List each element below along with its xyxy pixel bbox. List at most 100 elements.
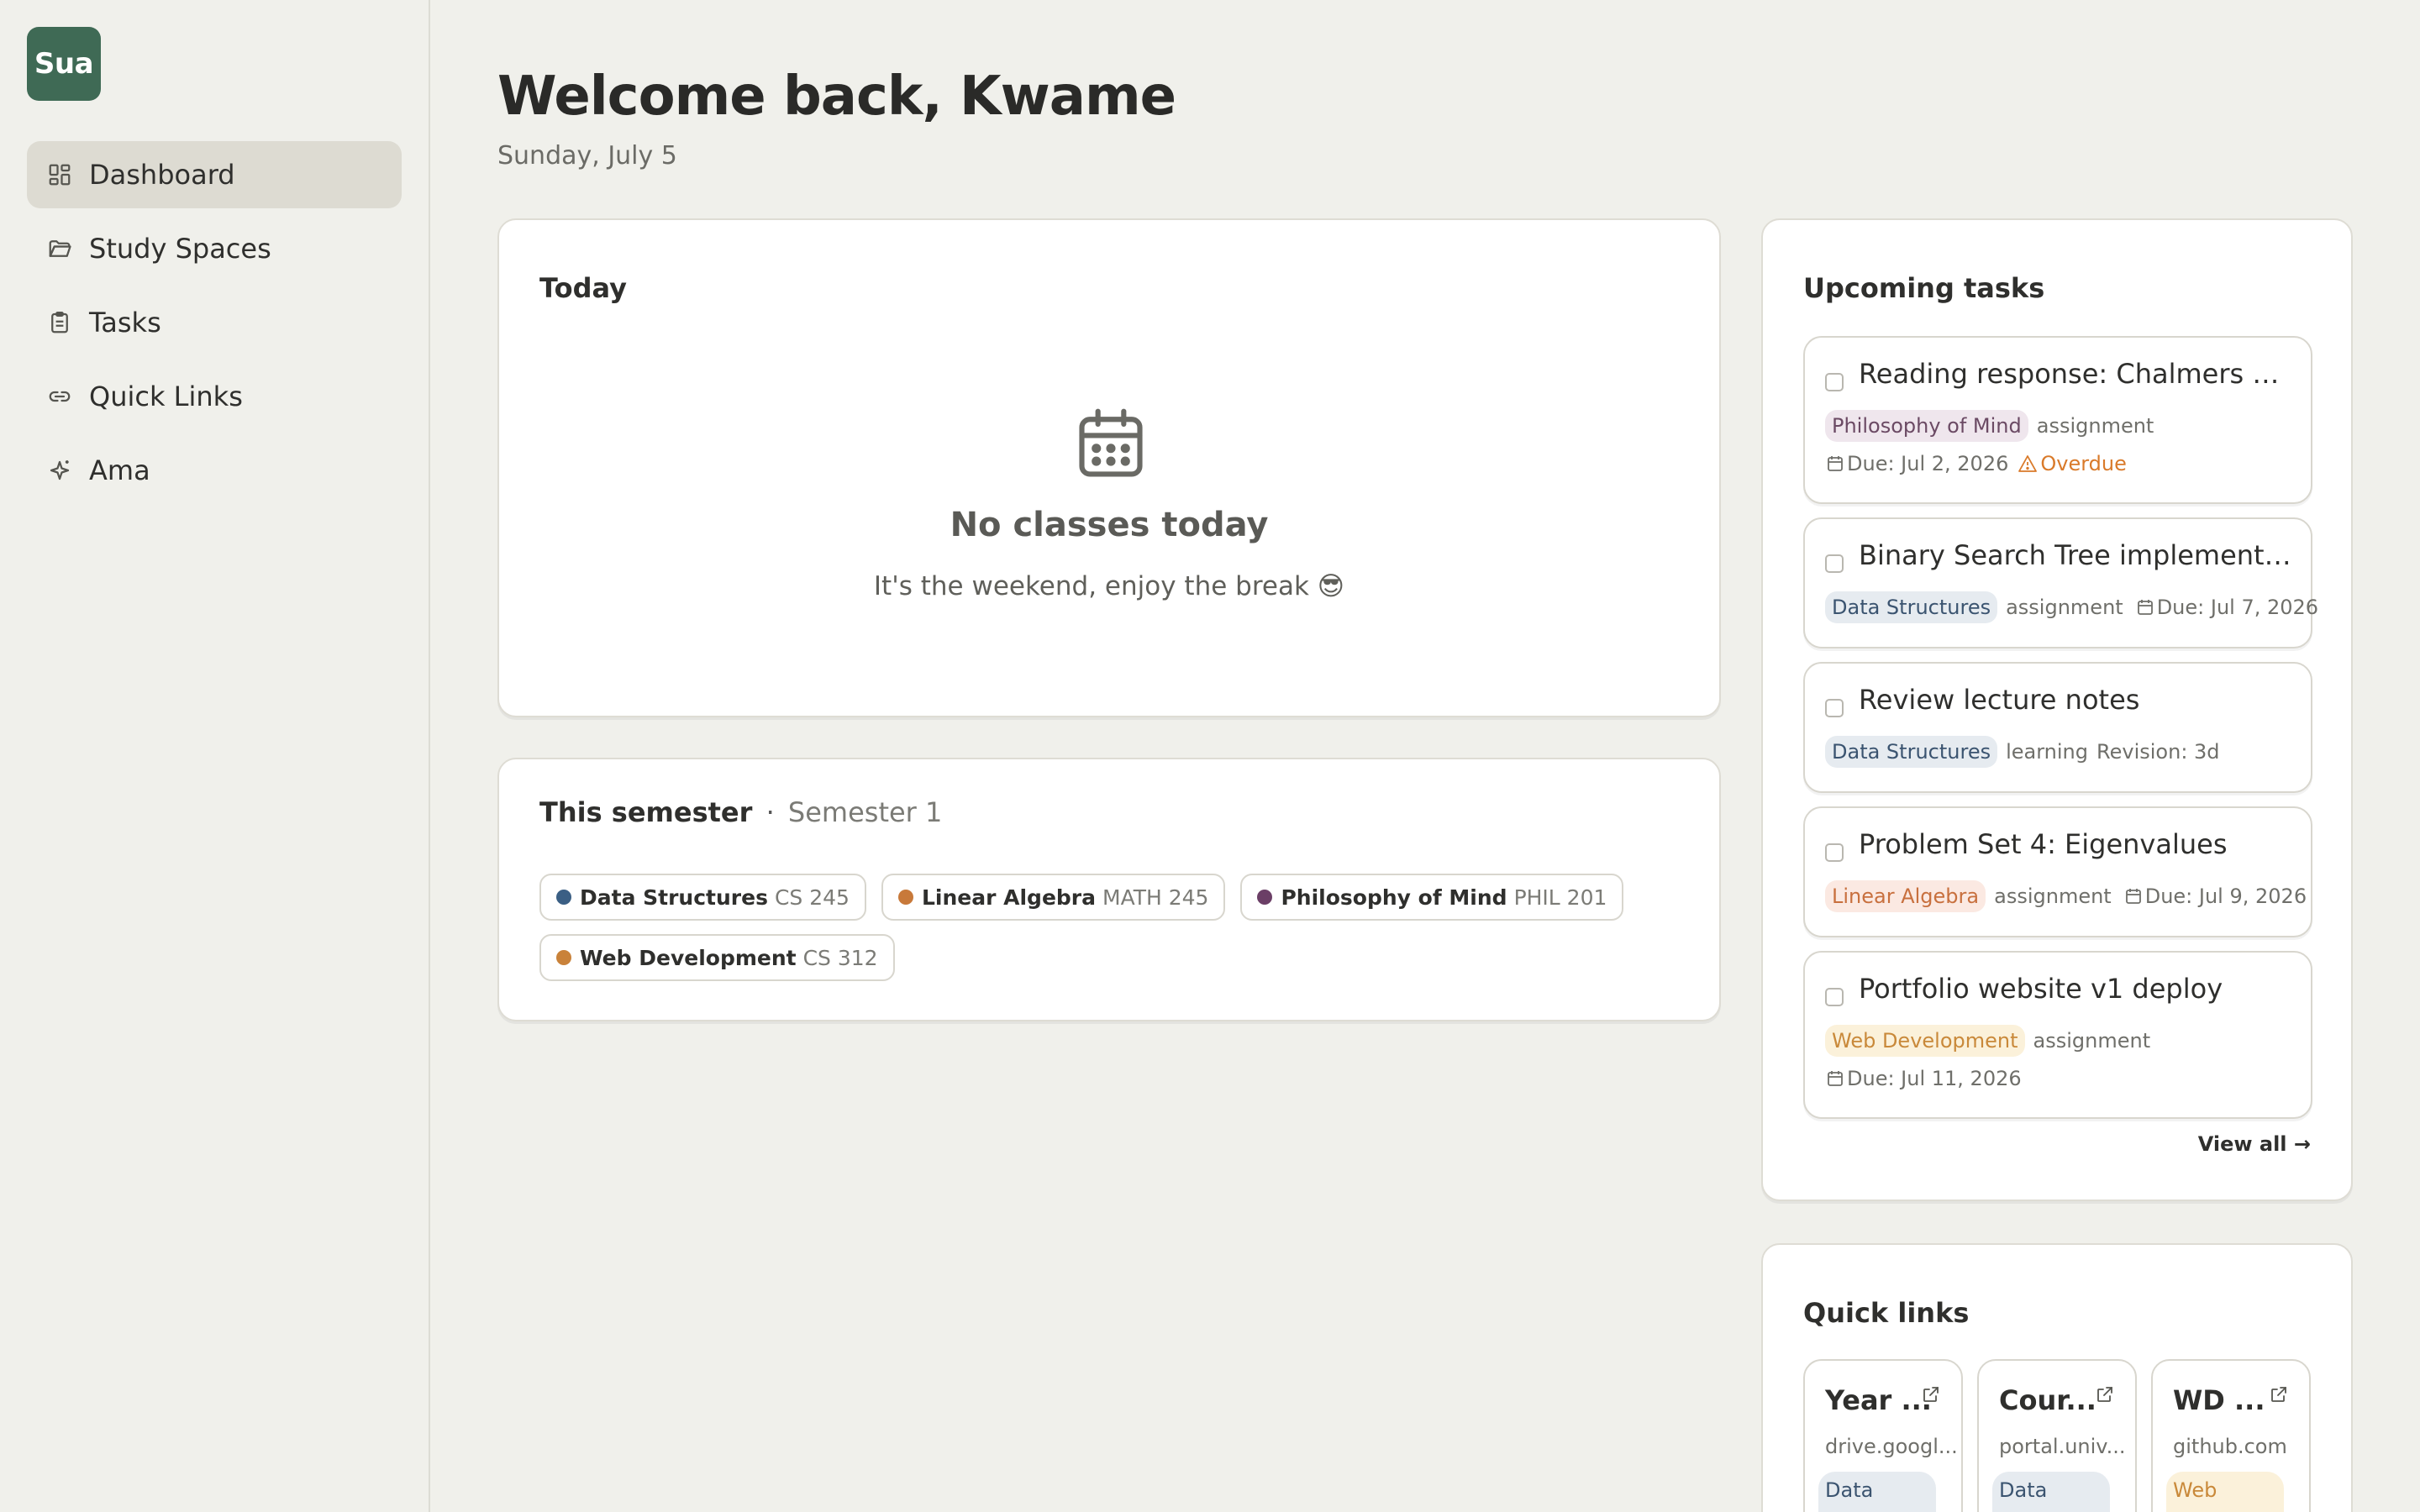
upcoming-tasks-title: Upcoming tasks	[1803, 272, 2045, 304]
upcoming-tasks-card: Upcoming tasks Reading response: Chalmer…	[1761, 218, 2353, 1201]
task-checkbox[interactable]	[1825, 699, 1844, 717]
dashboard-icon	[47, 162, 72, 187]
calendar-small-icon	[2125, 889, 2141, 904]
sidebar-item-tasks[interactable]: Tasks	[27, 289, 402, 356]
task-due: Due: Jul 9, 2026	[2123, 885, 2307, 908]
sidebar-item-label: Tasks	[89, 307, 161, 339]
clipboard-icon	[47, 310, 72, 335]
course-tag: Web Development	[1825, 1025, 2025, 1057]
quick-link-url: portal.univ...	[1999, 1435, 2126, 1458]
quick-links-card: Quick links Year ... drive.googl... Data…	[1761, 1243, 2353, 1512]
task-item[interactable]: Review lecture notes Data Structures lea…	[1803, 662, 2312, 793]
external-link-icon[interactable]	[2095, 1384, 2115, 1404]
sparkle-icon	[47, 458, 72, 483]
task-due: Due: Jul 11, 2026	[1825, 1067, 2022, 1090]
quick-links-title: Quick links	[1803, 1297, 1970, 1329]
task-item[interactable]: Binary Search Tree implementation Data S…	[1803, 517, 2318, 648]
course-name: Philosophy of Mind	[1281, 885, 1507, 910]
task-meta: Data Structures assignment Due: Jul 7, 2…	[1825, 591, 2318, 623]
task-due-text: Due: Jul 7, 2026	[2156, 596, 2319, 619]
course-chip[interactable]: Linear Algebra MATH 245	[881, 874, 1226, 921]
task-item[interactable]: Reading response: Chalmers Ch. 3 Philoso…	[1803, 336, 2312, 504]
external-link-icon[interactable]	[2269, 1384, 2289, 1404]
task-due: Due: Jul 7, 2026	[2135, 596, 2318, 619]
task-kind: assignment	[2036, 414, 2154, 438]
course-code: PHIL 201	[1513, 885, 1607, 910]
quick-link-tag: Web	[2166, 1472, 2284, 1512]
quick-link-card[interactable]: Year ... drive.googl... Data	[1803, 1359, 1963, 1512]
quick-link-title: Year ...	[1825, 1384, 1932, 1416]
course-chip-list: Data Structures CS 245 Linear Algebra MA…	[539, 874, 1682, 981]
task-checkbox[interactable]	[1825, 373, 1844, 391]
task-revision: Revision: 3d	[2096, 740, 2220, 764]
empty-state-title: No classes today	[950, 506, 1269, 544]
sidebar-item-quick-links[interactable]: Quick Links	[27, 363, 402, 430]
course-tag: Linear Algebra	[1825, 880, 1986, 912]
sidebar: Sua Dashboard Study Spaces Tasks Quick L…	[0, 0, 430, 1512]
sidebar-item-label: Study Spaces	[89, 233, 271, 265]
semester-card: This semester · Semester 1 Data Structur…	[497, 758, 1721, 1021]
app-logo[interactable]: Sua	[27, 27, 101, 101]
calendar-small-icon	[1828, 1071, 1843, 1086]
sidebar-item-study-spaces[interactable]: Study Spaces	[27, 215, 402, 282]
course-color-dot	[556, 890, 571, 905]
course-tag: Data Structures	[1825, 591, 1998, 623]
calendar-small-icon	[2137, 600, 2153, 615]
course-chip[interactable]: Data Structures CS 245	[539, 874, 866, 921]
calendar-icon	[1072, 405, 1150, 482]
semester-title: This semester	[539, 796, 753, 828]
course-color-dot	[1257, 890, 1273, 905]
quick-link-card[interactable]: Cour... portal.univ... Data	[1977, 1359, 2137, 1512]
task-title: Portfolio website v1 deploy	[1859, 973, 2223, 1005]
task-due-row: Due: Jul 2, 2026 Overdue	[1825, 452, 2127, 475]
task-meta: Data Structures learning Revision: 3d	[1825, 736, 2220, 768]
task-due-row: Due: Jul 11, 2026	[1825, 1067, 2022, 1090]
view-all-link[interactable]: View all →	[2198, 1132, 2311, 1156]
page-date: Sunday, July 5	[497, 141, 677, 171]
sidebar-item-dashboard[interactable]: Dashboard	[27, 141, 402, 208]
task-kind: assignment	[1994, 885, 2112, 908]
task-due-text: Due: Jul 9, 2026	[2144, 885, 2307, 908]
semester-subtitle: Semester 1	[787, 796, 943, 828]
course-code: CS 245	[774, 885, 850, 910]
link-icon	[47, 384, 72, 409]
task-title: Problem Set 4: Eigenvalues	[1859, 828, 2228, 860]
course-name: Linear Algebra	[921, 885, 1096, 910]
calendar-small-icon	[1828, 456, 1843, 471]
course-code: MATH 245	[1102, 885, 1209, 910]
task-kind: learning	[2006, 740, 2089, 764]
quick-link-title: Cour...	[1999, 1384, 2096, 1416]
course-chip[interactable]: Philosophy of Mind PHIL 201	[1240, 874, 1624, 921]
task-item[interactable]: Portfolio website v1 deploy Web Developm…	[1803, 951, 2312, 1119]
course-chip[interactable]: Web Development CS 312	[539, 934, 895, 981]
task-kind: assignment	[2033, 1029, 2151, 1053]
task-title: Reading response: Chalmers Ch. 3	[1859, 358, 2294, 390]
sidebar-item-ama[interactable]: Ama	[27, 437, 402, 504]
course-tag: Data Structures	[1825, 736, 1998, 768]
course-code: CS 312	[802, 945, 878, 970]
quick-link-url: github.com	[2173, 1435, 2287, 1458]
course-name: Data Structures	[580, 885, 768, 910]
page-title: Welcome back, Kwame	[497, 66, 1176, 128]
task-item[interactable]: Problem Set 4: Eigenvalues Linear Algebr…	[1803, 806, 2312, 937]
task-checkbox[interactable]	[1825, 843, 1844, 862]
app-root: Sua Dashboard Study Spaces Tasks Quick L…	[0, 0, 2420, 1512]
course-color-dot	[556, 950, 571, 965]
course-color-dot	[897, 890, 913, 905]
quick-link-title: WD ...	[2173, 1384, 2265, 1416]
external-link-icon[interactable]	[1921, 1384, 1941, 1404]
quick-link-url: drive.googl...	[1825, 1435, 1958, 1458]
sidebar-item-label: Ama	[89, 454, 150, 486]
course-name: Web Development	[580, 945, 797, 970]
sidebar-item-label: Dashboard	[89, 159, 235, 191]
task-meta: Philosophy of Mind assignment	[1825, 410, 2165, 442]
task-checkbox[interactable]	[1825, 988, 1844, 1006]
sidebar-nav: Dashboard Study Spaces Tasks Quick Links	[27, 141, 402, 511]
task-title: Review lecture notes	[1859, 684, 2140, 716]
warning-icon	[2018, 455, 2038, 472]
quick-link-card[interactable]: WD ... github.com Web	[2151, 1359, 2311, 1512]
today-title: Today	[539, 272, 627, 304]
folder-icon	[47, 236, 72, 261]
task-checkbox[interactable]	[1825, 554, 1844, 573]
overdue-badge: Overdue	[2017, 452, 2127, 475]
